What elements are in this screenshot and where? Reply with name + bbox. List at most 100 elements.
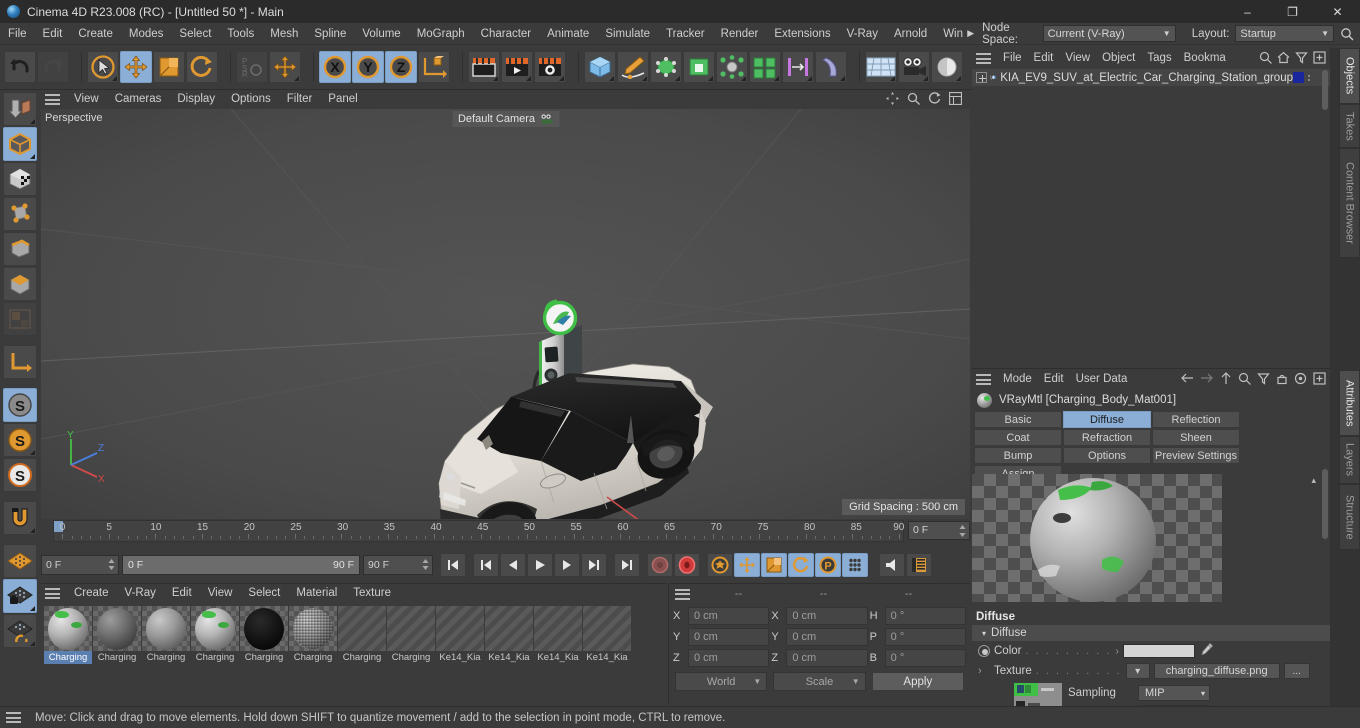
tab-bump[interactable]: Bump xyxy=(974,447,1062,464)
attribute-menu-edit[interactable]: Edit xyxy=(1038,369,1070,390)
snap-enable-button[interactable]: S xyxy=(3,388,37,422)
viewport-menu-cameras[interactable]: Cameras xyxy=(107,90,170,109)
eyedropper-icon[interactable] xyxy=(1199,642,1214,660)
record-active-objects-button[interactable] xyxy=(647,553,673,577)
keyframe-selection-button[interactable] xyxy=(707,553,733,577)
add-icon[interactable] xyxy=(1313,50,1326,67)
workplane-button[interactable] xyxy=(3,544,37,578)
collapse-triangle-icon[interactable]: ▾ xyxy=(982,629,986,638)
floor-environment-button[interactable] xyxy=(865,51,897,83)
magnet-button[interactable] xyxy=(3,501,37,535)
vtab-layers[interactable]: Layers xyxy=(1339,436,1360,484)
edge-mode-button[interactable] xyxy=(3,232,37,266)
material-cell[interactable]: Ke14_Kia xyxy=(534,606,582,703)
viewport-hamburger-icon[interactable] xyxy=(45,94,60,105)
apply-button[interactable]: Apply xyxy=(871,672,964,691)
snap-workplane-button[interactable]: S xyxy=(3,458,37,492)
material-cell[interactable]: Charging xyxy=(44,606,92,703)
key-scale-button[interactable] xyxy=(761,553,787,577)
texture-expand-icon[interactable]: › xyxy=(978,665,990,677)
coordinate-system-select[interactable]: World ▼ xyxy=(675,672,768,691)
render-view-button[interactable] xyxy=(468,51,500,83)
menu-spline[interactable]: Spline xyxy=(306,23,354,45)
vtab-objects[interactable]: Objects xyxy=(1339,48,1360,104)
material-cell[interactable]: Ke14_Kia xyxy=(485,606,533,703)
key-parameter-button[interactable]: P xyxy=(815,553,841,577)
coord-size-x-input[interactable]: 0 cm xyxy=(786,606,868,625)
material-cell[interactable]: Ke14_Kia xyxy=(583,606,631,703)
move-tool-button[interactable] xyxy=(120,51,152,83)
3d-viewport[interactable]: Perspective Default Camera Grid Spacing … xyxy=(41,109,970,519)
point-level-animation-button[interactable] xyxy=(842,553,868,577)
spinner-icon[interactable] xyxy=(108,558,115,571)
minimize-button[interactable]: – xyxy=(1225,0,1270,23)
pan-icon[interactable] xyxy=(886,91,899,108)
material-menu-create[interactable]: Create xyxy=(66,584,117,603)
node-space-select[interactable]: Current (V-Ray) ▼ xyxy=(1042,25,1176,42)
material-thumbnail[interactable] xyxy=(240,606,288,651)
spinner-icon[interactable] xyxy=(422,558,429,571)
spline-pen-button[interactable] xyxy=(617,51,649,83)
viewport-menu-options[interactable]: Options xyxy=(223,90,279,109)
texture-filename[interactable]: charging_diffuse.png xyxy=(1153,663,1280,679)
material-thumbnail[interactable] xyxy=(387,606,435,651)
menu-create[interactable]: Create xyxy=(70,23,121,45)
array-button[interactable] xyxy=(782,51,814,83)
status-hamburger-icon[interactable] xyxy=(6,712,21,723)
menu-animate[interactable]: Animate xyxy=(539,23,597,45)
material-name[interactable]: Charging xyxy=(44,651,92,664)
vtab-attributes[interactable]: Attributes xyxy=(1339,370,1360,436)
material-cell[interactable]: Ke14_Kia xyxy=(436,606,484,703)
spinner-icon[interactable] xyxy=(959,524,966,538)
forward-arrow-icon[interactable] xyxy=(1200,372,1214,387)
point-mode-button[interactable] xyxy=(3,197,37,231)
material-thumbnail[interactable] xyxy=(534,606,582,651)
coord-pos-x-input[interactable]: 0 cm xyxy=(688,606,770,625)
coord-rot-b-input[interactable]: 0 ° xyxy=(884,648,966,667)
attribute-menu-user-data[interactable]: User Data xyxy=(1070,369,1134,390)
material-thumbnail[interactable] xyxy=(583,606,631,651)
material-name[interactable]: Charging xyxy=(338,651,386,664)
start-frame-field[interactable]: 0 F xyxy=(41,555,119,575)
autokeying-button[interactable] xyxy=(674,553,700,577)
maximize-button[interactable]: ❐ xyxy=(1270,0,1315,23)
object-hamburger-icon[interactable] xyxy=(976,53,991,64)
lock-icon[interactable] xyxy=(1276,372,1288,388)
menu-select[interactable]: Select xyxy=(171,23,219,45)
object-menu-bookmarks[interactable]: Bookmarks xyxy=(1178,48,1226,69)
material-thumbnail[interactable] xyxy=(93,606,141,651)
axis-modify-button[interactable] xyxy=(3,345,37,379)
tab-reflection[interactable]: Reflection xyxy=(1152,411,1240,428)
go-to-end-button[interactable] xyxy=(614,553,640,577)
close-button[interactable]: ✕ xyxy=(1315,0,1360,23)
coord-rot-h-input[interactable]: 0 ° xyxy=(884,606,966,625)
search-icon[interactable] xyxy=(1340,27,1354,41)
vtab-takes[interactable]: Takes xyxy=(1339,104,1360,148)
material-thumbnail[interactable] xyxy=(44,606,92,651)
end-frame-field[interactable]: 90 F xyxy=(363,555,433,575)
viewport-menu-filter[interactable]: Filter xyxy=(279,90,321,109)
polygon-mode-button[interactable] xyxy=(3,267,37,301)
render-picture-viewer-button[interactable] xyxy=(501,51,533,83)
scale-tool-button[interactable] xyxy=(153,51,185,83)
preview-expand-arrow-icon[interactable]: ▴ xyxy=(1311,475,1316,486)
make-editable-button[interactable] xyxy=(3,92,37,126)
attribute-scrollbar[interactable] xyxy=(1321,469,1329,726)
up-arrow-icon[interactable] xyxy=(1220,371,1232,388)
snap-object-button[interactable]: S xyxy=(3,423,37,457)
generator-nurbs-button[interactable] xyxy=(650,51,682,83)
menu-tools[interactable]: Tools xyxy=(219,23,262,45)
key-position-button[interactable] xyxy=(734,553,760,577)
camera-object-button[interactable] xyxy=(898,51,930,83)
menu-vray[interactable]: V-Ray xyxy=(839,23,886,45)
play-button[interactable] xyxy=(527,553,553,577)
deformer-button[interactable] xyxy=(716,51,748,83)
bend-deformer-button[interactable] xyxy=(815,51,847,83)
timeline-button[interactable] xyxy=(906,553,932,577)
viewport-menu-display[interactable]: Display xyxy=(169,90,223,109)
material-thumbnail[interactable] xyxy=(191,606,239,651)
cube-primitive-button[interactable] xyxy=(584,51,616,83)
coord-pos-y-input[interactable]: 0 cm xyxy=(688,627,770,646)
object-menu-edit[interactable]: Edit xyxy=(1028,48,1060,69)
color-radio-button[interactable] xyxy=(978,645,990,657)
